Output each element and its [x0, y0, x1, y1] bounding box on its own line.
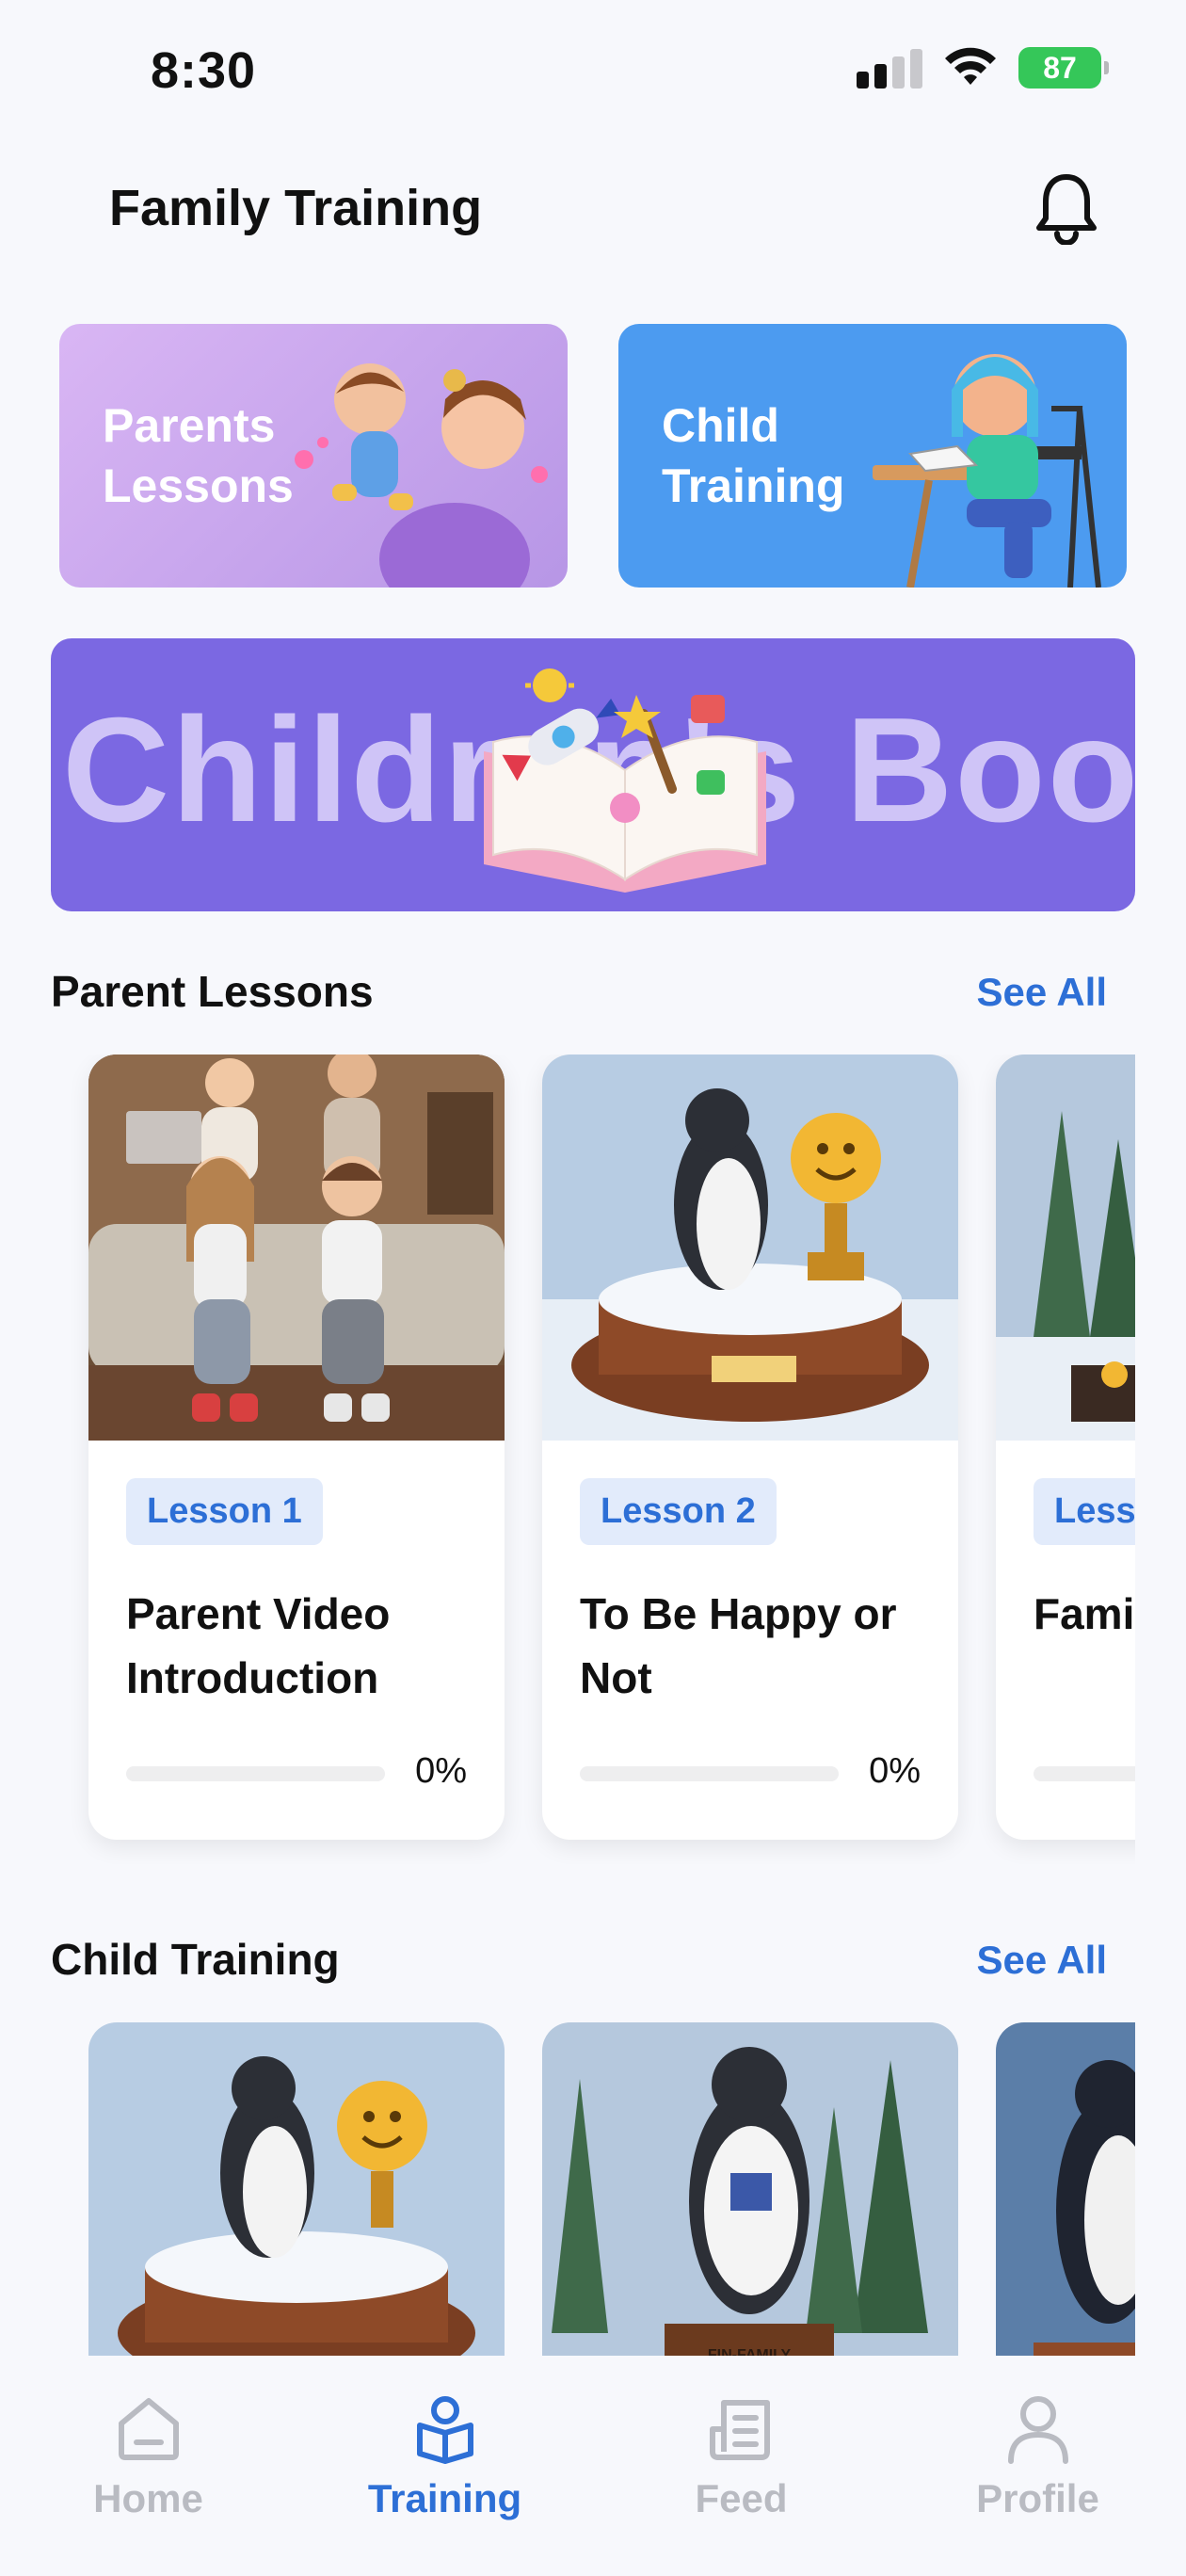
- bell-icon[interactable]: [1034, 171, 1099, 245]
- cellular-signal-icon: [857, 47, 922, 89]
- tab-feed[interactable]: Feed: [593, 2356, 890, 2576]
- penguin-trophy-image: [542, 1055, 958, 1441]
- training-icon: [416, 2396, 473, 2464]
- parents-lessons-card[interactable]: Parents Lessons: [59, 324, 568, 588]
- tab-label: Feed: [695, 2476, 788, 2520]
- child-training-card[interactable]: Child Training: [618, 324, 1127, 588]
- page-title: Family Training: [109, 180, 483, 236]
- open-book-illustration: [484, 668, 766, 893]
- parent-lessons-title: Parent Lessons: [51, 967, 374, 1016]
- childrens-book-banner[interactable]: Children's Book: [51, 638, 1135, 911]
- snowy-forest-image: [996, 1055, 1135, 1441]
- tab-label: Training: [367, 2476, 522, 2520]
- training-card[interactable]: [996, 2022, 1135, 2356]
- battery-icon: 87: [1018, 47, 1109, 89]
- home-icon: [118, 2398, 179, 2460]
- wifi-icon: [945, 47, 996, 85]
- parent-lessons-carousel[interactable]: Lesson 1 Parent Video Introduction 0% Le…: [51, 1055, 1135, 1864]
- tab-training[interactable]: Training: [296, 2356, 593, 2576]
- family-on-couch-image: [88, 1055, 505, 1441]
- lesson-title: To Be Happy or Not: [580, 1589, 897, 1702]
- penguin-image: [996, 2022, 1135, 2356]
- profile-icon: [1007, 2396, 1068, 2464]
- parent-lessons-see-all-link[interactable]: See All: [976, 970, 1107, 1015]
- lesson-title: Parent Video Introduction: [126, 1589, 391, 1702]
- lesson-progress-percent: 0%: [415, 1751, 467, 1791]
- training-card[interactable]: [88, 2022, 505, 2356]
- lesson-progress-bar: [1034, 1766, 1135, 1781]
- lesson-progress-bar: [580, 1766, 839, 1781]
- battery-level: 87: [1043, 50, 1077, 85]
- lesson-badge: Lesson 3: [1034, 1478, 1135, 1545]
- lesson-badge: Lesson 2: [580, 1478, 777, 1545]
- feed-icon: [709, 2400, 770, 2460]
- lesson-progress-bar: [126, 1766, 385, 1781]
- tab-label: Profile: [976, 2476, 1099, 2520]
- lesson-title: Family State: [1034, 1589, 1135, 1638]
- child-training-carousel[interactable]: FIN-FAMILY: [51, 2022, 1135, 2356]
- penguin-trophy-image: [88, 2022, 505, 2356]
- child-training-see-all-link[interactable]: See All: [976, 1938, 1107, 1983]
- mother-baby-illustration: [295, 363, 548, 588]
- tab-label: Home: [93, 2476, 203, 2520]
- parents-lessons-label: Parents Lessons: [103, 399, 294, 512]
- child-training-title: Child Training: [51, 1935, 340, 1984]
- lesson-progress-percent: 0%: [869, 1751, 921, 1791]
- tab-home[interactable]: Home: [0, 2356, 296, 2576]
- card-sign-text: FIN-FAMILY: [708, 2347, 792, 2356]
- tab-profile[interactable]: Profile: [890, 2356, 1186, 2576]
- status-icons: 87: [857, 47, 1109, 89]
- tab-bar: Home Training Feed Profile: [0, 2356, 1186, 2576]
- child-studying-illustration: [873, 354, 1101, 588]
- lesson-card[interactable]: Lesson 1 Parent Video Introduction 0%: [88, 1055, 505, 1840]
- training-card[interactable]: FIN-FAMILY: [542, 2022, 958, 2356]
- lesson-card[interactable]: Lesson 2 To Be Happy or Not 0%: [542, 1055, 958, 1840]
- penguin-forest-image: FIN-FAMILY: [542, 2022, 958, 2356]
- lesson-badge: Lesson 1: [126, 1478, 323, 1545]
- status-time: 8:30: [151, 42, 257, 99]
- lesson-card[interactable]: Lesson 3 Family State 0%: [996, 1055, 1135, 1840]
- child-training-label: Child Training: [662, 399, 845, 512]
